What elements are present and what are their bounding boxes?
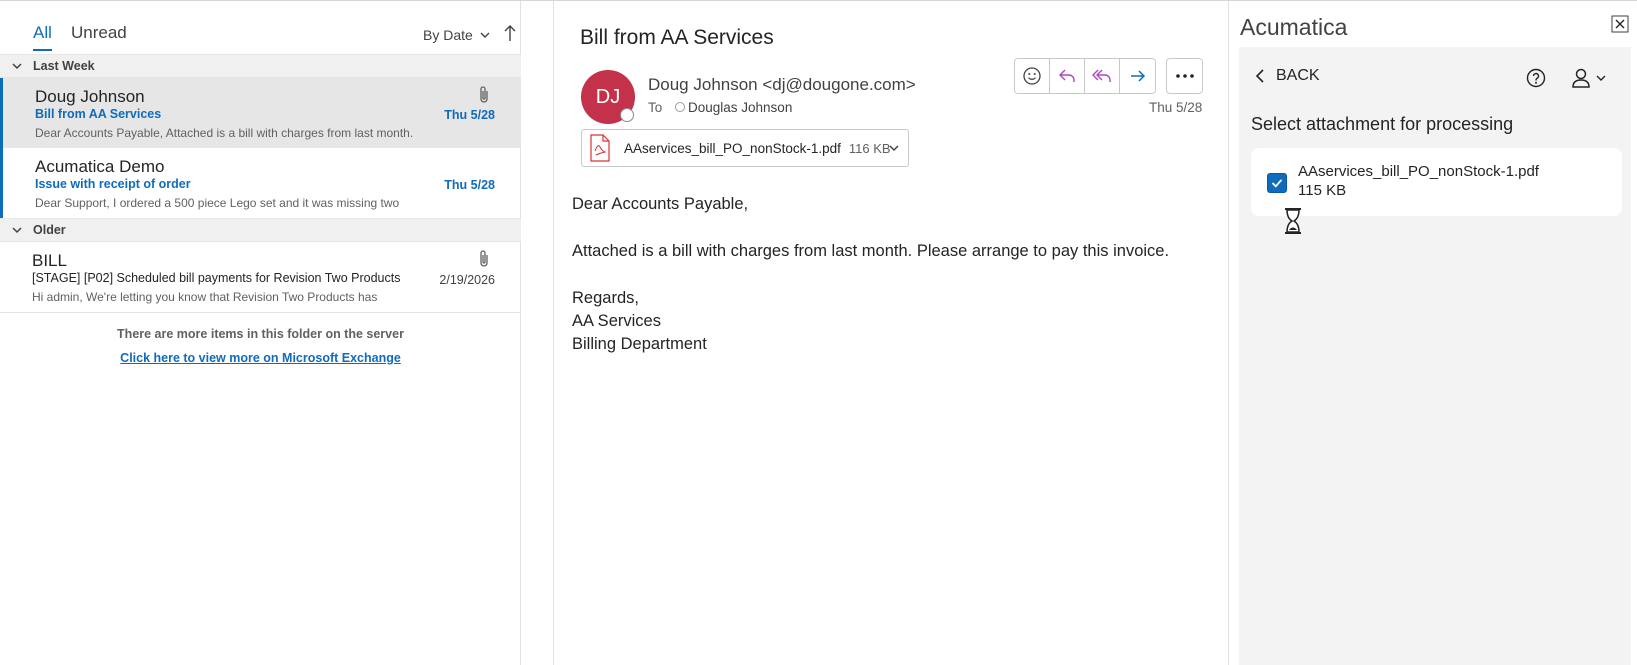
user-menu-icon[interactable] (1569, 67, 1609, 89)
select-attachment-title: Select attachment for processing (1251, 114, 1514, 134)
attachment-card[interactable]: AAservices_bill_PO_nonStock-1.pdf 116 KB (581, 129, 909, 167)
reply-all-button[interactable] (1085, 59, 1120, 93)
reply-button[interactable] (1050, 59, 1085, 93)
addin-body: BACK Select attachment for processing AA… (1239, 47, 1631, 665)
forward-icon (1130, 70, 1145, 82)
reply-icon (1059, 69, 1075, 82)
recipient-presence-icon (675, 102, 685, 112)
emoji-icon (1023, 67, 1041, 85)
attachment-size: 116 KB (848, 140, 891, 156)
chevron-down-icon[interactable] (888, 142, 900, 154)
more-icon (1175, 74, 1194, 78)
body-greeting: Dear Accounts Payable, (572, 195, 749, 213)
chevron-left-icon (1255, 69, 1264, 83)
back-button[interactable]: BACK (1254, 67, 1320, 85)
help-icon[interactable] (1526, 68, 1546, 88)
body-regards: Regards, (572, 289, 639, 307)
acumatica-addin-pane: Acumatica BACK Select attachment for pro… (1229, 1, 1637, 665)
pane-divider (553, 1, 554, 665)
sender-address[interactable]: Doug Johnson <dj@dougone.com> (648, 75, 916, 95)
attachment-option-name: AAservices_bill_PO_nonStock-1.pdf (1298, 163, 1539, 180)
forward-button[interactable] (1120, 59, 1155, 93)
email-actions-toolbar (1014, 58, 1156, 94)
body-signature-company: AA Services (572, 312, 661, 330)
body-paragraph: Attached is a bill with charges from las… (572, 242, 1170, 260)
pdf-file-icon (590, 134, 610, 162)
react-button[interactable] (1015, 59, 1050, 93)
attachment-name: AAservices_bill_PO_nonStock-1.pdf (624, 140, 841, 156)
reply-all-icon (1092, 69, 1111, 82)
reading-pane: Bill from AA Services DJ Doug Johnson <d… (0, 0, 1229, 664)
attachment-option-card[interactable]: AAservices_bill_PO_nonStock-1.pdf 115 KB (1251, 148, 1622, 216)
addin-title: Acumatica (1240, 14, 1348, 40)
to-label: To (648, 100, 663, 115)
more-actions-button[interactable] (1166, 58, 1203, 94)
email-subject-title: Bill from AA Services (580, 26, 774, 49)
attachment-checkbox[interactable] (1267, 173, 1287, 193)
close-icon[interactable] (1611, 15, 1629, 33)
presence-status-icon (620, 108, 634, 122)
attachment-option-size: 115 KB (1298, 182, 1347, 199)
checkmark-icon (1271, 179, 1283, 188)
back-label: BACK (1276, 67, 1320, 84)
recipient-name[interactable]: Douglas Johnson (688, 100, 792, 115)
body-signature-dept: Billing Department (572, 335, 707, 353)
hourglass-cursor-icon (1285, 208, 1301, 234)
email-date: Thu 5/28 (1149, 100, 1203, 115)
